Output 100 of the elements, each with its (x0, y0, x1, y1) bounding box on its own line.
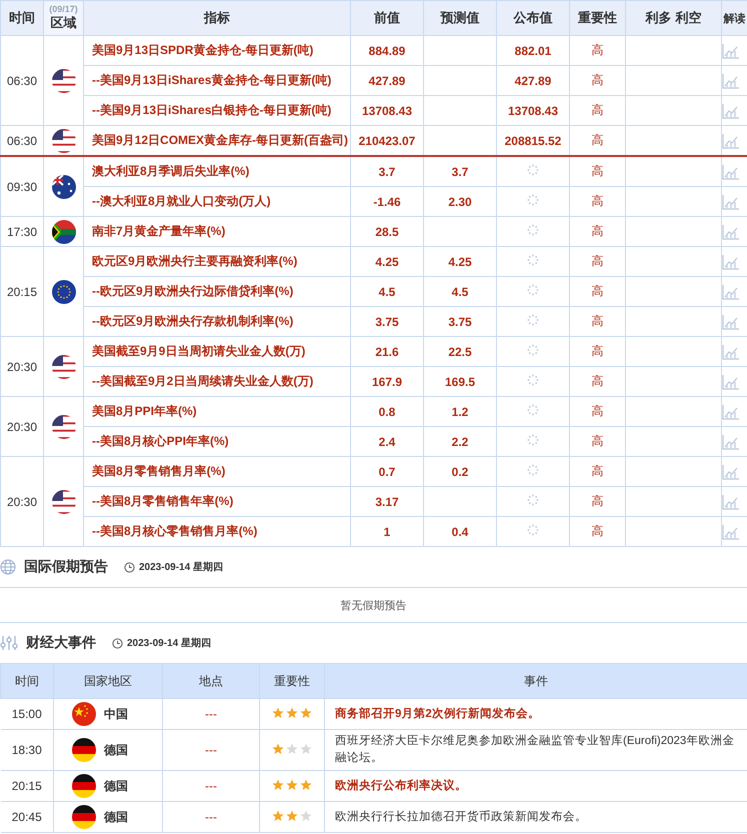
time-text: 20:30 (6, 420, 38, 434)
chart-icon[interactable] (722, 404, 740, 420)
previous-value: 167.9 (372, 374, 402, 388)
forecast-value: 0.2 (452, 464, 468, 478)
country-text: 德国 (104, 808, 128, 826)
star-icon (300, 742, 312, 754)
importance-text: 高 (592, 103, 604, 117)
importance-text: 高 (592, 524, 604, 538)
loading-icon (527, 254, 539, 266)
previous-value: 3.7 (378, 164, 396, 178)
previous-value: 28.5 (375, 224, 399, 238)
importance-text: 高 (592, 494, 604, 508)
chart-icon[interactable] (722, 524, 740, 540)
star-icon (286, 778, 298, 790)
place-text: --- (205, 779, 217, 793)
star-icon (272, 742, 284, 754)
loading-icon (527, 344, 539, 356)
column-header: 时间 (0, 664, 54, 698)
chart-icon[interactable] (722, 42, 740, 58)
chart-icon[interactable] (722, 494, 740, 510)
date-text: 2023-09-14 星期四 (127, 636, 211, 650)
loading-icon (527, 314, 539, 326)
column-header: 重要性 (570, 0, 626, 36)
clock-icon (112, 638, 123, 648)
section-title: 财经大事件 (26, 634, 96, 652)
previous-value: 21.6 (375, 344, 399, 358)
importance-text: 高 (592, 284, 604, 298)
time-text: 20:15 (12, 779, 42, 793)
chart-icon[interactable] (722, 102, 740, 118)
time-text: 17:30 (6, 224, 38, 238)
previous-value: 0.8 (378, 404, 396, 418)
country-text: 中国 (104, 706, 128, 722)
country-text: 德国 (104, 742, 128, 758)
loading-icon (527, 374, 539, 386)
chart-icon[interactable] (722, 434, 740, 450)
place-text: --- (205, 810, 217, 824)
event-text: 西班牙经济大臣卡尔维尼奥参加欧洲金融监管专业智库(Eurofi)2023年欧洲金融论坛。 (334, 733, 736, 766)
loading-icon (527, 464, 539, 476)
importance-text: 高 (592, 404, 604, 418)
loading-icon (527, 434, 539, 446)
place-text: --- (205, 707, 217, 721)
column-header: 指标 (84, 0, 350, 36)
importance-text: 高 (592, 254, 604, 268)
importance-text: 高 (592, 344, 604, 358)
chart-icon[interactable] (722, 314, 740, 330)
star-icon (286, 810, 298, 822)
time-text: 09:30 (6, 180, 38, 194)
time-text: 06:30 (6, 74, 38, 88)
previous-value: 13708.43 (362, 104, 412, 118)
importance-text: 高 (592, 224, 604, 238)
time-text: 20:45 (12, 810, 42, 824)
star-icon (272, 778, 284, 790)
previous-value: 210423.07 (358, 134, 416, 148)
importance-text: 高 (592, 43, 604, 57)
column-header: 时间 (0, 0, 44, 36)
previous-value: 0.7 (378, 464, 396, 478)
event-text: 商务部召开9月第2次例行新闻发布会。 (334, 706, 541, 722)
time-text: 18:30 (12, 743, 42, 757)
forecast-value: 22.5 (448, 344, 472, 358)
column-header: 重要性 (260, 664, 324, 698)
previous-value: 4.25 (375, 254, 399, 268)
chart-icon[interactable] (722, 132, 740, 148)
star-icon (300, 706, 312, 718)
chart-icon[interactable] (722, 194, 740, 210)
clock-icon (124, 562, 135, 572)
event-text: 欧洲央行公布利率决议。 (334, 778, 468, 794)
time-text: 06:30 (6, 134, 38, 148)
chart-icon[interactable] (722, 344, 740, 360)
column-header: 公布值 (496, 0, 570, 36)
loading-icon (527, 284, 539, 296)
forecast-value: 4.25 (448, 254, 472, 268)
forecast-value: 2.2 (452, 434, 468, 448)
star-icon (300, 778, 312, 790)
importance-text: 高 (592, 314, 604, 328)
chart-icon[interactable] (722, 374, 740, 390)
star-icon (300, 810, 312, 822)
forecast-value: 0.4 (452, 524, 468, 538)
previous-value: 3.75 (375, 314, 399, 328)
column-header: 利多 利空 (626, 0, 722, 36)
previous-value: 1 (384, 524, 390, 538)
chart-icon[interactable] (722, 224, 740, 240)
previous-value: 4.5 (378, 284, 396, 298)
forecast-value: 169.5 (444, 374, 476, 388)
importance-text: 高 (592, 73, 604, 87)
column-header: 预测值 (424, 0, 496, 36)
loading-icon (527, 524, 539, 536)
actual-value: 882.01 (514, 44, 552, 58)
importance-text: 高 (592, 133, 604, 147)
column-header: 区域 (50, 14, 76, 32)
forecast-value: 3.75 (448, 314, 472, 328)
place-text: --- (205, 743, 217, 757)
forecast-value: 4.5 (452, 284, 468, 298)
chart-icon[interactable] (722, 254, 740, 270)
chart-icon[interactable] (722, 464, 740, 480)
chart-icon[interactable] (722, 164, 740, 180)
date-text: 2023-09-14 星期四 (139, 560, 223, 574)
loading-icon (527, 224, 539, 236)
actual-value: 427.89 (514, 74, 552, 88)
chart-icon[interactable] (722, 72, 740, 88)
chart-icon[interactable] (722, 284, 740, 300)
